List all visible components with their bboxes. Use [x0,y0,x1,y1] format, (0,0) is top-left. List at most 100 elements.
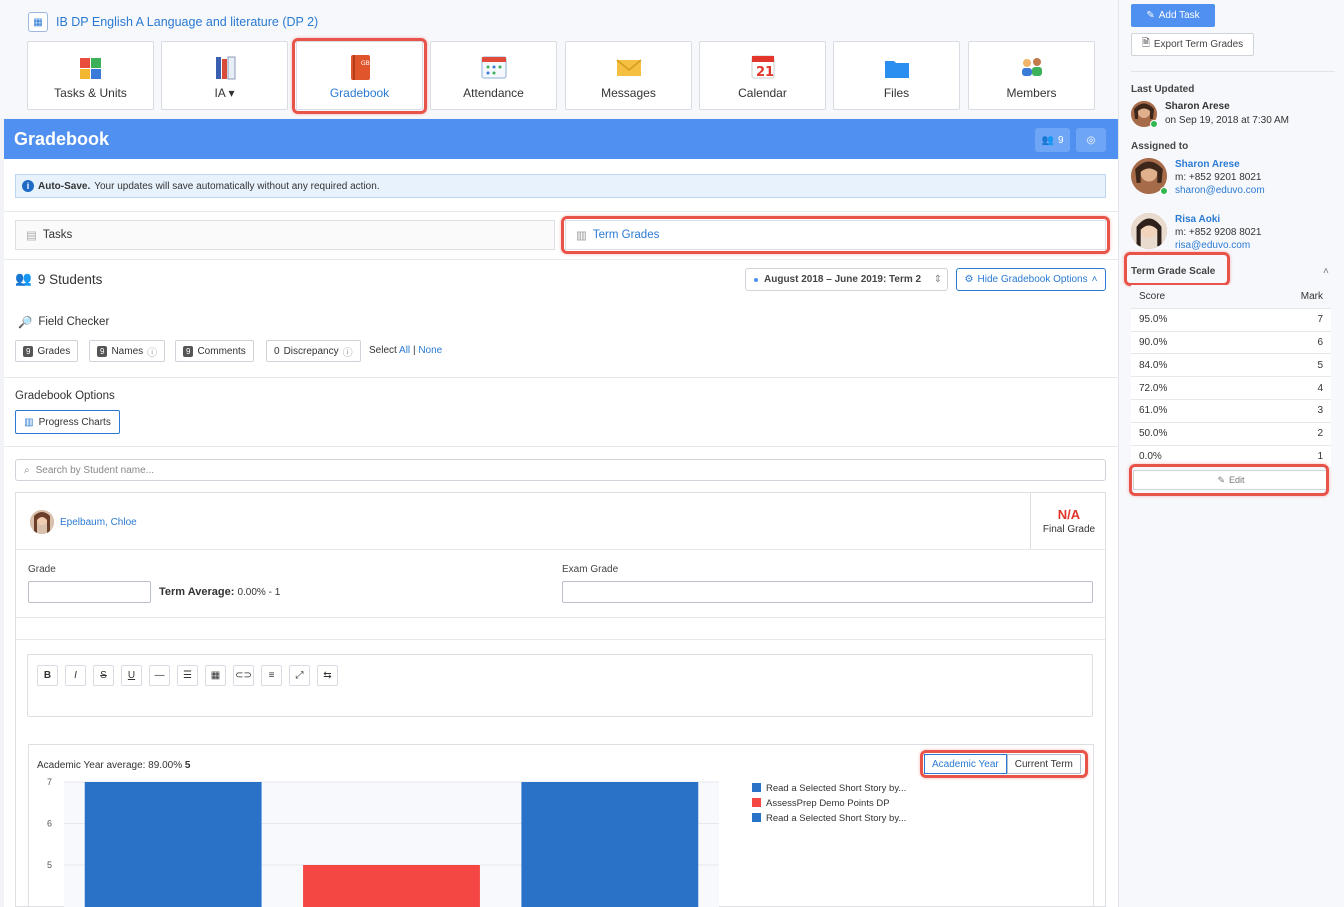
info-circle-icon: ⓘ [147,347,158,359]
divider [4,211,1118,212]
legend-swatch [752,798,761,807]
comment-editor[interactable]: B I S U — ☰ ▦ ⊂⊃ ≡ ⤢ ⇆ [27,654,1093,717]
avatar [1131,213,1167,249]
nav-label: Tasks & Units [54,86,127,100]
align-button[interactable]: ≡ [261,665,282,686]
people-icon [1021,58,1042,76]
select-all-link[interactable]: All [399,345,410,356]
scale-row: 50.0% 2 [1131,421,1331,445]
nav-label: Calendar [738,86,787,100]
final-grade-value: N/A [1057,507,1081,522]
people-icon: 👥 [1041,134,1054,146]
gradebook-header: Gradebook 👥 9 ◎ [4,119,1118,159]
term-select[interactable]: August 2018 – June 2019: Term 2 ⇕ [745,268,948,291]
calendar-icon: 21 [751,55,774,80]
term-average: Term Average: 0.00% - 1 [159,586,281,598]
scale-header: Score Mark [1131,285,1331,308]
scale-row: 90.0% 6 [1131,330,1331,354]
scale-row: 84.0% 5 [1131,353,1331,377]
final-grade-box: N/A Final Grade [1030,493,1107,549]
svg-text:21: 21 [756,65,774,80]
assignee-name-link[interactable]: Risa Aoki [1175,213,1261,226]
chip-names[interactable]: 9 Names ⓘ [89,340,166,362]
grade-label: Grade [28,564,56,575]
members-count-button[interactable]: 👥 9 [1035,128,1070,152]
field-checker-title: 🔎 Field Checker [18,316,110,329]
table-button[interactable]: ▦ [205,665,226,686]
nav-members[interactable]: Members [968,41,1095,110]
highlight-edit-scale [1129,464,1329,496]
assignee-name-link[interactable]: Sharon Arese [1175,158,1265,171]
horizontal-rule-button[interactable]: — [149,665,170,686]
fullscreen-button[interactable]: ⤢ [289,665,310,686]
legend-label: AssessPrep Demo Points DP [766,798,890,809]
nav-files[interactable]: Files [833,41,960,110]
scale-row: 61.0% 3 [1131,398,1331,422]
student-card: Epelbaum, Chloe N/A Final Grade Grade Te… [15,492,1106,907]
assignee-email-link[interactable]: risa@eduvo.com [1175,239,1261,252]
nav-calendar[interactable]: 21 Calendar [699,41,826,110]
italic-button[interactable]: I [65,665,86,686]
nav-tasks-units[interactable]: Tasks & Units [27,41,154,110]
course-nav: ▦ IB DP English A Language and literatur… [0,0,1118,118]
exam-grade-input[interactable] [562,581,1093,603]
autosave-notice: i Auto-Save. Your updates will save auto… [15,174,1106,198]
export-term-grades-button[interactable]: 🗎 Export Term Grades [1131,33,1254,56]
nav-attendance[interactable]: Attendance [430,41,557,110]
nav-ia[interactable]: IA ▾ [161,41,288,110]
list-button[interactable]: ☰ [177,665,198,686]
bar [303,865,480,907]
legend-label: Read a Selected Short Story by... [766,783,906,794]
autosave-label: Auto-Save. [38,180,91,192]
magnifier-icon: 🔎 [18,317,33,329]
info-icon: i [22,180,34,192]
online-status-icon [1150,120,1158,128]
link-button[interactable]: ⊂⊃ [233,665,254,686]
highlight-gradebook [292,38,427,114]
bar-chart-icon: ▥ [24,416,34,428]
task-list-icon: ▤ [26,230,37,242]
legend-swatch [752,813,761,822]
nav-label: Members [1006,86,1057,100]
assigned-person: Sharon Arese m: +852 9201 8021 sharon@ed… [1131,158,1265,197]
bar [521,782,699,907]
progress-charts-button[interactable]: ▥ Progress Charts [15,410,120,434]
divider [4,377,1118,378]
last-updated-person: Sharon Arese on Sep 19, 2018 at 7:30 AM [1131,101,1289,128]
exam-grade-label: Exam Grade [562,564,619,575]
final-grade-label: Final Grade [1042,524,1096,535]
underline-button[interactable]: U [121,665,142,686]
y-tick-label: 5 [47,860,52,870]
chip-grades[interactable]: 9 Grades [15,340,79,362]
bold-button[interactable]: B [37,665,58,686]
document-icon: 🗎 [1141,38,1150,49]
search-input[interactable]: ⌕ Search by Student name... [15,459,1106,481]
grade-input[interactable] [28,581,151,603]
course-title[interactable]: ▦ IB DP English A Language and literatur… [28,12,318,32]
legend-swatch [752,783,761,792]
globe-button[interactable]: ◎ [1076,128,1106,152]
caret-down-icon: ▾ [228,86,235,100]
chip-comments[interactable]: 9 Comments [175,340,254,362]
tab-tasks[interactable]: ▤ Tasks [15,220,555,250]
chip-discrepancy[interactable]: 0 Discrepancy ⓘ [266,340,361,362]
attendance-icon [481,56,506,79]
select-none-link[interactable]: None [418,345,442,356]
divider [16,639,1105,640]
nav-messages[interactable]: Messages [565,41,692,110]
bar-chart: 7 6 5 Read a Selected Short Story by... Asse… [47,777,906,907]
source-toggle-button[interactable]: ⇆ [317,665,338,686]
add-task-button[interactable]: ✎ Add Task [1131,4,1215,27]
last-updated-title: Last Updated [1131,84,1195,95]
bar [84,782,262,907]
assignee-email-link[interactable]: sharon@eduvo.com [1175,184,1265,197]
search-icon: ⌕ [24,464,30,476]
students-icon: 👥 [15,271,32,286]
divider [4,259,1118,260]
gradebook-panel: Gradebook 👥 9 ◎ i Auto-Save. Your updates… [4,119,1118,907]
chevron-up-icon: ˄ [1091,274,1098,285]
student-name-link[interactable]: Epelbaum, Chloe [30,510,137,534]
chevron-up-icon[interactable]: ˄ [1323,266,1329,277]
hide-gradebook-options-button[interactable]: ⚙ Hide Gradebook Options ˄ [956,268,1106,291]
strikethrough-button[interactable]: S [93,665,114,686]
